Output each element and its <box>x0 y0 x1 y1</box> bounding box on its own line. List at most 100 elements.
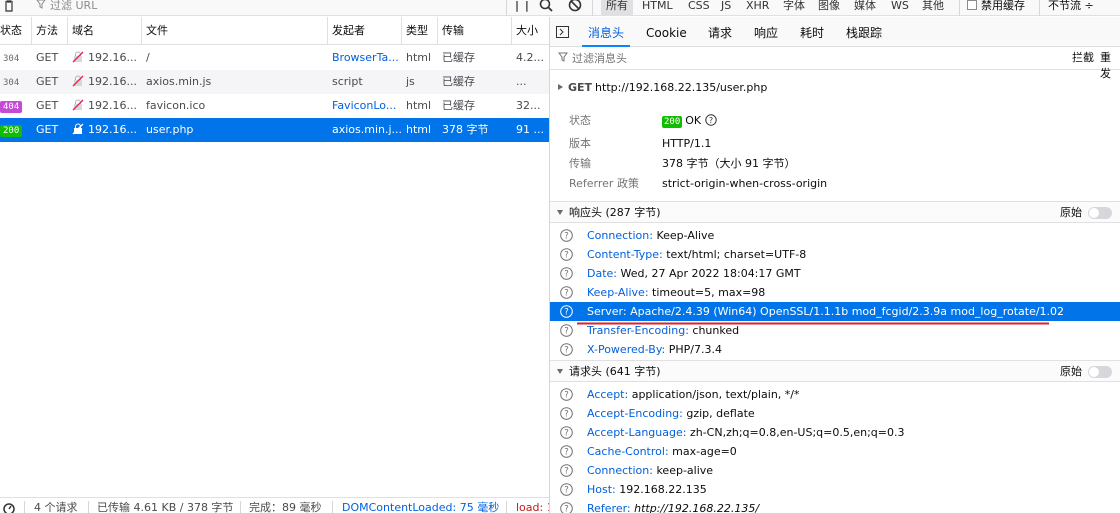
help-icon[interactable]: ? <box>560 343 573 356</box>
header-row[interactable]: ? Accept: application/json, text/plain, *… <box>550 385 1120 404</box>
column-transferred[interactable]: 传输 <box>438 17 512 45</box>
type-filter-media[interactable]: 媒体 <box>849 0 881 15</box>
help-icon[interactable]: ? <box>560 426 573 439</box>
column-initiator[interactable]: 发起者 <box>328 17 402 45</box>
header-row[interactable]: ? X-Powered-By: PHP/7.3.4 <box>550 340 1120 359</box>
type-filter-xhr[interactable]: XHR <box>741 0 774 15</box>
type-cell: html <box>406 51 432 64</box>
tab-headers[interactable]: 消息头 <box>581 17 631 47</box>
type-filter-fonts[interactable]: 字体 <box>778 0 810 15</box>
search-icon[interactable] <box>539 0 555 14</box>
header-row[interactable]: ? Connection: Keep-Alive <box>550 226 1120 245</box>
transferred-cell: 378 字节 <box>442 123 489 136</box>
help-icon[interactable]: ? <box>560 305 573 318</box>
column-method[interactable]: 方法 <box>32 17 68 45</box>
help-icon[interactable]: ? <box>560 267 573 280</box>
type-filter-ws[interactable]: WS <box>886 0 914 15</box>
initiator-link[interactable]: axios.min.j... <box>328 118 402 142</box>
help-icon[interactable]: ? <box>560 229 573 242</box>
column-type[interactable]: 类型 <box>402 17 438 45</box>
help-icon[interactable]: ? <box>560 388 573 401</box>
status-badge: 304 <box>3 78 20 88</box>
header-row[interactable]: ? Referer: http://192.168.22.135/ <box>550 499 1120 513</box>
status-badge: 404 <box>0 101 23 113</box>
method-cell: GET <box>36 99 59 112</box>
throttle-select[interactable]: 不节流 ÷ <box>1048 0 1094 14</box>
toolbar-divider <box>592 0 593 16</box>
resend-button[interactable]: 重发 <box>1098 50 1120 80</box>
network-statusbar: 4 个请求 已传输 4.61 KB / 378 字节 完成：89 毫秒 DOMC… <box>0 497 549 513</box>
header-name-text: Date: <box>587 267 617 280</box>
header-row[interactable]: ? Content-Type: text/html; charset=UTF-8 <box>550 245 1120 264</box>
column-file[interactable]: 文件 <box>142 17 328 45</box>
toggle-sidebar-icon[interactable] <box>556 26 569 38</box>
header-value: text/html; charset=UTF-8 <box>666 248 807 261</box>
type-filter-html[interactable]: HTML <box>637 0 678 15</box>
table-row[interactable]: 404 GET 192.16... favicon.ico FaviconLo.… <box>0 94 549 118</box>
help-icon[interactable]: ? <box>560 248 573 261</box>
help-icon[interactable]: ? <box>560 445 573 458</box>
header-row[interactable]: ? Cache-Control: max-age=0 <box>550 442 1120 461</box>
table-row[interactable]: 304 GET 192.16... axios.min.js script js… <box>0 70 549 94</box>
svg-text:?: ? <box>564 505 569 513</box>
type-filter-images[interactable]: 图像 <box>813 0 845 15</box>
header-name-text: Host: <box>587 483 616 496</box>
svg-text:?: ? <box>564 308 569 318</box>
size-cell: 32... <box>516 99 541 112</box>
checkbox-box[interactable] <box>967 0 977 10</box>
disable-cache-checkbox[interactable]: 禁用缓存 <box>967 0 1025 14</box>
trash-icon[interactable] <box>2 0 16 15</box>
header-value: http://192.168.22.135/ <box>634 502 760 513</box>
column-size[interactable]: 大小 <box>512 17 549 45</box>
request-details-panel: 消息头 Cookie 请求 响应 耗时 栈跟踪 过滤消息头 拦截 重发 GET h… <box>550 17 1120 513</box>
header-row[interactable]: ? Keep-Alive: timeout=5, max=98 <box>550 283 1120 302</box>
url-filter-input[interactable]: 过滤 URL <box>36 0 97 14</box>
type-filter-other[interactable]: 其他 <box>917 0 949 15</box>
tab-stack-trace[interactable]: 栈跟踪 <box>846 17 882 47</box>
table-row-selected[interactable]: 200 GET 192.16... user.php axios.min.j..… <box>0 118 549 142</box>
pause-button[interactable]: | | <box>515 0 530 14</box>
header-row[interactable]: ? Date: Wed, 27 Apr 2022 18:04:17 GMT <box>550 264 1120 283</box>
tab-cookies[interactable]: Cookie <box>646 17 687 47</box>
column-status[interactable]: 状态 <box>0 17 32 45</box>
tab-response[interactable]: 响应 <box>754 17 778 47</box>
header-name: Date: Wed, 27 Apr 2022 18:04:17 GMT <box>587 264 801 283</box>
domain-cell: 192.16... <box>68 46 142 70</box>
table-row[interactable]: 304 GET 192.16... / BrowserTa... html 已缓… <box>0 46 549 70</box>
type-filter-css[interactable]: CSS <box>683 0 715 15</box>
header-row[interactable]: ? Accept-Encoding: gzip, deflate <box>550 404 1120 423</box>
red-underline-annotation <box>577 322 1049 325</box>
statusbar-divider <box>240 501 241 513</box>
type-filter-all[interactable]: 所有 <box>601 0 633 15</box>
initiator-link[interactable]: BrowserTa... <box>328 46 402 70</box>
header-row[interactable]: ? Connection: keep-alive <box>550 461 1120 480</box>
perf-icon[interactable] <box>2 501 16 513</box>
response-headers-section[interactable]: 响应头 (287 字节) 原始 <box>550 201 1120 223</box>
help-icon[interactable]: ? <box>560 464 573 477</box>
block-requests-icon[interactable] <box>568 0 584 14</box>
raw-toggle[interactable] <box>1088 366 1112 378</box>
raw-toggle[interactable] <box>1088 207 1112 219</box>
help-icon[interactable]: ? <box>560 483 573 496</box>
column-domain[interactable]: 域名 <box>68 17 142 45</box>
request-headers-section[interactable]: 请求头 (641 字节) 原始 <box>550 360 1120 382</box>
header-row[interactable]: ? Accept-Language: zh-CN,zh;q=0.8,en-US;q… <box>550 423 1120 442</box>
tab-request[interactable]: 请求 <box>708 17 732 47</box>
help-icon[interactable]: ? <box>560 407 573 420</box>
block-button[interactable]: 拦截 <box>1070 50 1096 66</box>
header-row[interactable]: ? Host: 192.168.22.135 <box>550 480 1120 499</box>
help-icon[interactable]: ? <box>560 286 573 299</box>
help-icon[interactable]: ? <box>560 502 573 513</box>
help-icon[interactable]: ? <box>705 113 717 126</box>
type-filter-js[interactable]: JS <box>716 0 736 15</box>
initiator-link[interactable]: FaviconLo... <box>328 94 402 118</box>
help-icon[interactable]: ? <box>560 324 573 337</box>
header-name-text: Accept: <box>587 388 629 401</box>
domain-text: 192.16... <box>88 123 137 136</box>
header-row-highlighted[interactable]: ? Server: Apache/2.4.39 (Win64) OpenSSL/1… <box>550 302 1120 321</box>
request-summary[interactable]: GET http://192.168.22.135/user.php <box>558 81 767 95</box>
headers-filter-input[interactable]: 过滤消息头 <box>572 51 627 67</box>
tab-timings[interactable]: 耗时 <box>800 17 824 47</box>
header-name: Accept: application/json, text/plain, */… <box>587 385 800 404</box>
header-value: Wed, 27 Apr 2022 18:04:17 GMT <box>620 267 801 280</box>
